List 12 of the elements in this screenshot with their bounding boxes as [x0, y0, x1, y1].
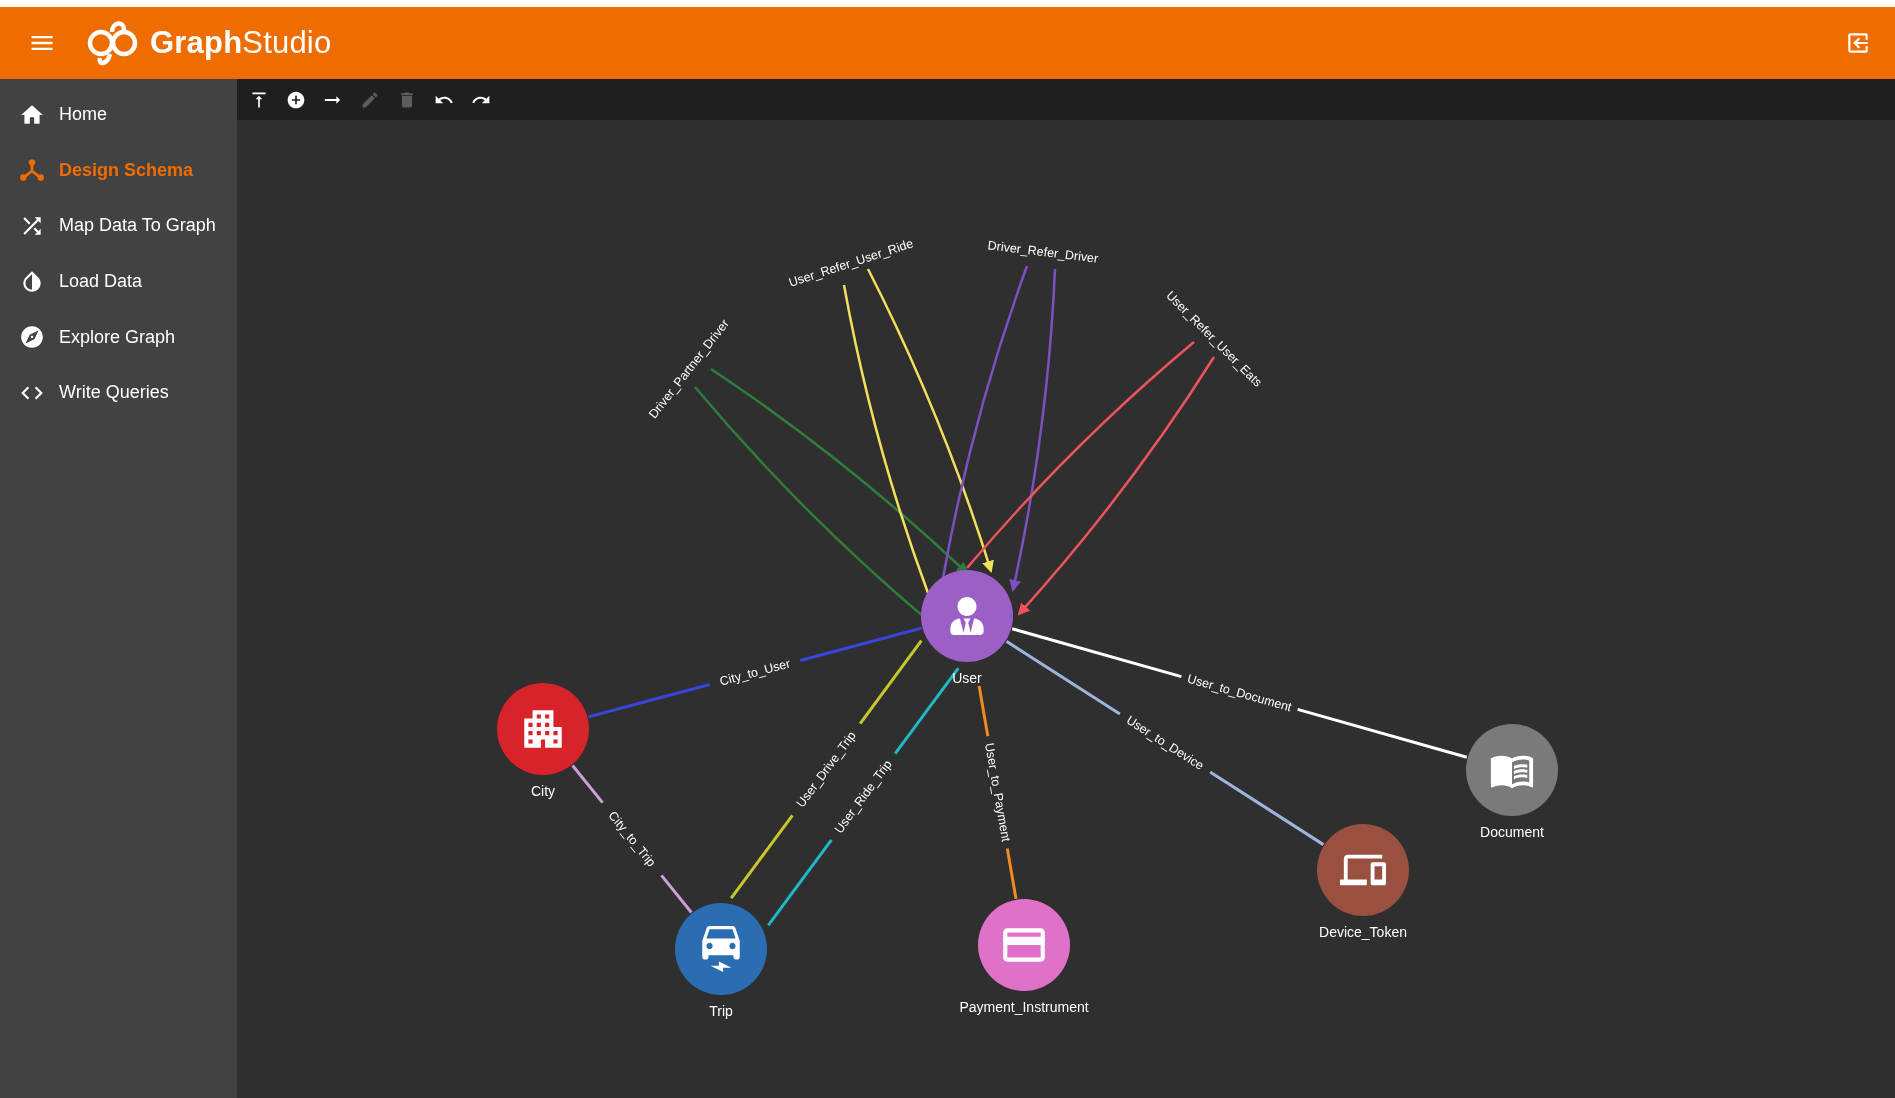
sidebar-item[interactable]: Map Data To Graph — [0, 198, 237, 254]
sidebar-item[interactable]: Load Data — [0, 253, 237, 310]
node-label: Payment_Instrument — [959, 999, 1089, 1015]
sidebar-item[interactable]: Write Queries — [0, 364, 237, 421]
node-label: User — [952, 670, 982, 686]
sidebar-item[interactable]: Home — [0, 87, 237, 143]
node-label: Trip — [709, 1003, 733, 1019]
app-title: GraphStudio — [150, 25, 332, 61]
node-label: Device_Token — [1319, 924, 1407, 940]
node-label: Document — [1480, 824, 1544, 840]
sidebar-item[interactable]: Explore Graph — [0, 309, 237, 365]
node-label: City — [530, 783, 556, 799]
